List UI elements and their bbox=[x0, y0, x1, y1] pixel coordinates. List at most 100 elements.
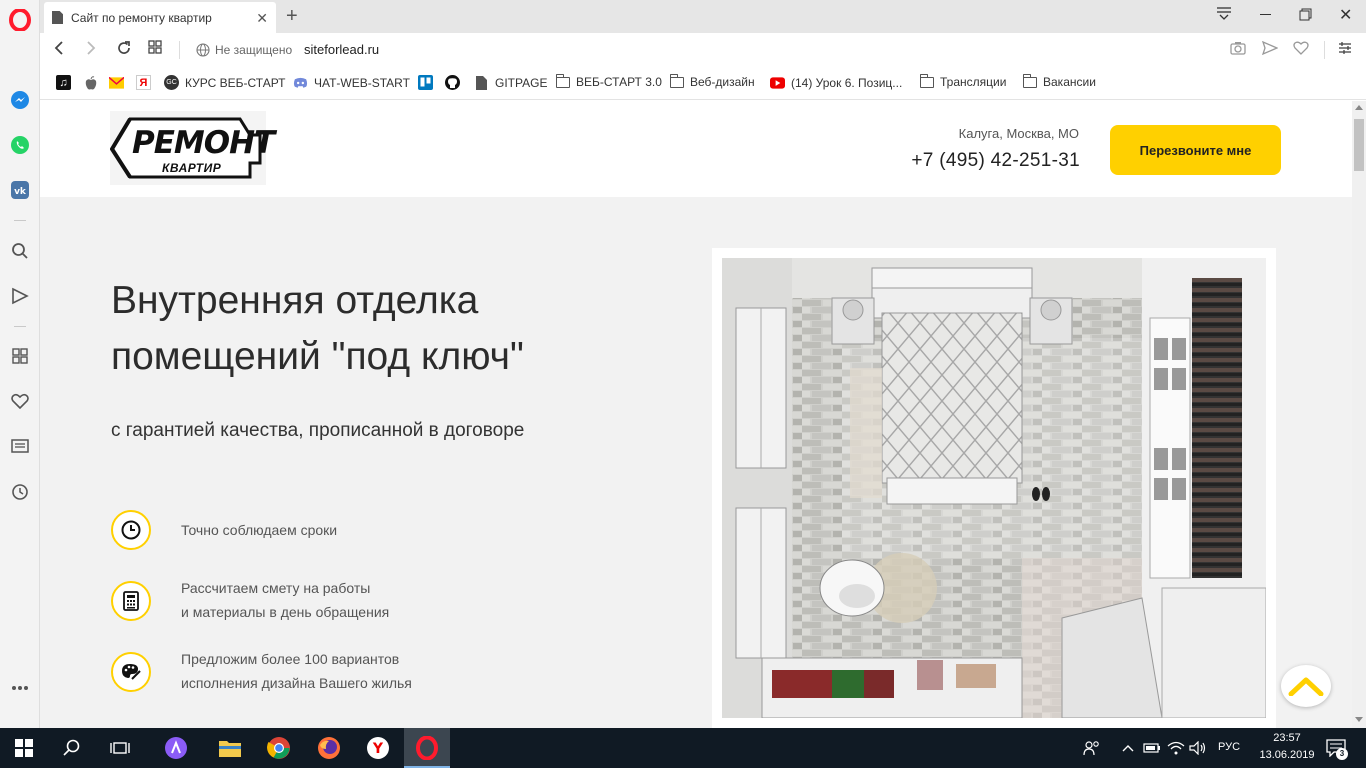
whatsapp-icon[interactable] bbox=[8, 133, 32, 157]
notifications-icon[interactable]: 3 bbox=[1324, 736, 1348, 760]
minimize-button[interactable] bbox=[1260, 14, 1271, 15]
tab-strip: Сайт по ремонту квартир ✕ + ✕ bbox=[40, 0, 1366, 33]
clock-icon bbox=[111, 510, 151, 550]
bookmark-gitpage[interactable]: GITPAGE bbox=[474, 75, 547, 90]
opera-menu-icon[interactable] bbox=[8, 8, 32, 32]
youtube-icon bbox=[770, 75, 785, 90]
phone-number[interactable]: +7 (495) 42-251-31 bbox=[911, 150, 1080, 172]
file-explorer-icon[interactable] bbox=[218, 736, 242, 760]
svg-text:Y: Y bbox=[372, 741, 384, 757]
bookmark-chat-web-start[interactable]: ЧАТ-WEB-START bbox=[293, 75, 410, 90]
scrollbar-thumb[interactable] bbox=[1354, 119, 1364, 171]
feature-text: Предложим более 100 вариантов исполнения… bbox=[181, 651, 412, 691]
apple-icon bbox=[83, 75, 98, 90]
send-icon[interactable] bbox=[8, 284, 32, 308]
messenger-icon[interactable] bbox=[8, 88, 32, 112]
news-icon[interactable] bbox=[8, 434, 32, 458]
battery-icon[interactable] bbox=[1140, 736, 1164, 760]
chrome-icon[interactable] bbox=[267, 736, 291, 760]
bookmark-folder-web-start[interactable]: ВЕБ-СТАРТ 3.0 bbox=[555, 73, 662, 89]
web-page: РЕМОНТ КВАРТИР Калуга, Москва, МО +7 (49… bbox=[40, 101, 1352, 728]
more-icon[interactable] bbox=[8, 676, 32, 700]
tray-expand-icon[interactable] bbox=[1116, 736, 1140, 760]
mail-icon bbox=[109, 75, 124, 90]
search-icon[interactable] bbox=[8, 239, 32, 263]
scroll-to-top-button[interactable] bbox=[1281, 665, 1331, 707]
hero-title: Внутренняя отделка помещений "под ключ" bbox=[111, 279, 524, 378]
page-icon bbox=[474, 75, 489, 90]
speed-dial-icon[interactable] bbox=[8, 344, 32, 368]
tab-menu-icon[interactable] bbox=[1216, 6, 1232, 24]
language-indicator[interactable]: РУС bbox=[1218, 741, 1240, 753]
maximize-button[interactable] bbox=[1299, 8, 1312, 25]
bookmark-folder-web-design[interactable]: Веб-дизайн bbox=[669, 73, 755, 89]
feature-text: Рассчитаем смету на работы и материалы в… bbox=[181, 580, 390, 620]
new-tab-button[interactable]: + bbox=[286, 5, 298, 28]
bookmarks-bar: ♫ Я GC КУРС ВЕБ-СТАРТ ЧАТ-WEB-START GITP… bbox=[40, 66, 1366, 100]
bookmark-youtube-lesson[interactable]: (14) Урок 6. Позиц... bbox=[770, 75, 902, 90]
bookmark-folder-streams[interactable]: Трансляции bbox=[919, 73, 1006, 89]
bookmark-folder-vacancies[interactable]: Вакансии bbox=[1022, 73, 1096, 89]
folder-icon bbox=[1022, 73, 1037, 88]
feature-text: Точно соблюдаем сроки bbox=[181, 522, 338, 538]
url-field[interactable]: siteforlead.ru bbox=[304, 42, 379, 57]
opera-sidebar: vk bbox=[0, 0, 40, 728]
history-icon[interactable] bbox=[8, 480, 32, 504]
yandex-icon: Я bbox=[136, 75, 151, 90]
people-icon[interactable] bbox=[1080, 736, 1104, 760]
security-label: Не защищено bbox=[215, 43, 293, 57]
wifi-icon[interactable] bbox=[1164, 736, 1188, 760]
bookmark-github[interactable] bbox=[445, 75, 460, 90]
bookmark-heart-icon[interactable] bbox=[1293, 41, 1309, 59]
folder-icon bbox=[669, 73, 684, 88]
firefox-icon[interactable] bbox=[317, 736, 341, 760]
tab-active[interactable]: Сайт по ремонту квартир ✕ bbox=[44, 2, 276, 33]
forward-button[interactable] bbox=[86, 40, 96, 61]
logo-subtext: КВАРТИР bbox=[162, 161, 222, 175]
bookmark-apple[interactable] bbox=[83, 75, 98, 90]
region-text: Калуга, Москва, МО bbox=[958, 126, 1079, 141]
folder-icon bbox=[919, 73, 934, 88]
clock-date[interactable]: 13.06.2019 bbox=[1255, 749, 1319, 761]
page-icon bbox=[52, 11, 63, 24]
bookmark-yandex[interactable]: Я bbox=[136, 75, 151, 90]
opera-icon[interactable] bbox=[415, 736, 439, 760]
alice-icon[interactable] bbox=[164, 736, 188, 760]
back-button[interactable] bbox=[54, 40, 64, 61]
tab-title: Сайт по ремонту квартир bbox=[71, 10, 212, 25]
scroll-up-arrow[interactable] bbox=[1355, 105, 1363, 110]
task-view-icon[interactable] bbox=[108, 736, 132, 760]
share-icon[interactable] bbox=[1261, 40, 1279, 59]
bookmark-web-start-course[interactable]: GC КУРС ВЕБ-СТАРТ bbox=[164, 75, 286, 90]
callback-button[interactable]: Перезвоните мне bbox=[1110, 125, 1281, 175]
discord-icon bbox=[293, 75, 308, 90]
bookmark-mail[interactable] bbox=[109, 75, 124, 90]
heart-icon[interactable] bbox=[8, 389, 32, 413]
bookmark-trello[interactable] bbox=[418, 75, 433, 90]
close-window-button[interactable]: ✕ bbox=[1339, 5, 1352, 25]
page-scrollbar[interactable] bbox=[1352, 101, 1366, 728]
reload-button[interactable] bbox=[116, 40, 132, 61]
close-tab-icon[interactable]: ✕ bbox=[256, 10, 268, 27]
clock-time[interactable]: 23:57 bbox=[1261, 732, 1313, 744]
folder-icon bbox=[555, 73, 570, 88]
hero-subtitle: с гарантией качества, прописанной в дого… bbox=[111, 420, 525, 441]
globe-icon bbox=[196, 43, 210, 57]
speed-dial-button[interactable] bbox=[148, 40, 162, 59]
address-bar: Не защищено siteforlead.ru bbox=[40, 33, 1366, 66]
bookmark-music[interactable]: ♫ bbox=[56, 75, 71, 90]
vk-icon[interactable]: vk bbox=[8, 178, 32, 202]
yandex-browser-icon[interactable]: Y bbox=[366, 736, 390, 760]
notification-count: 3 bbox=[1336, 748, 1348, 760]
site-header: РЕМОНТ КВАРТИР Калуга, Москва, МО +7 (49… bbox=[40, 101, 1352, 197]
gc-icon: GC bbox=[164, 75, 179, 90]
scroll-down-arrow[interactable] bbox=[1355, 717, 1363, 722]
windows-start-icon[interactable] bbox=[12, 736, 36, 760]
volume-icon[interactable] bbox=[1186, 736, 1210, 760]
search-icon[interactable] bbox=[60, 736, 84, 760]
snapshot-icon[interactable] bbox=[1230, 41, 1246, 59]
security-indicator[interactable]: Не защищено bbox=[196, 43, 292, 57]
easy-setup-icon[interactable] bbox=[1338, 41, 1352, 59]
site-logo[interactable]: РЕМОНТ КВАРТИР bbox=[109, 111, 275, 185]
music-icon: ♫ bbox=[56, 75, 71, 90]
